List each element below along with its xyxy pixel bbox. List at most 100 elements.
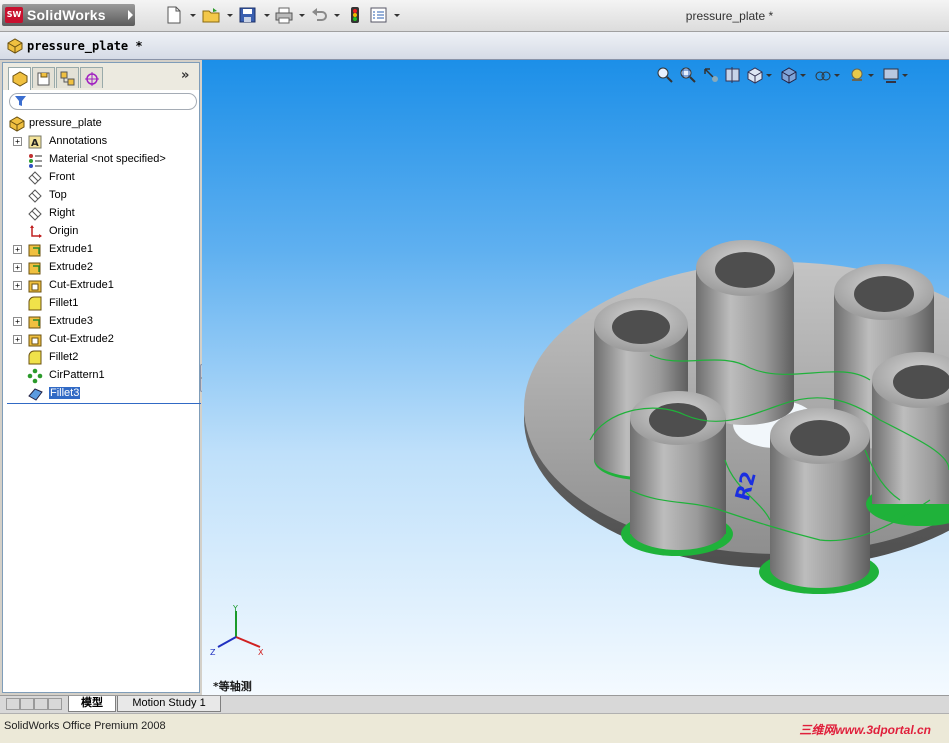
display-style-dropdown-icon[interactable] [800,74,806,77]
tree-item-cut-extrude2[interactable]: + Cut-Extrude2 [3,331,199,349]
rollback-bar[interactable] [7,403,201,404]
tab-motion-study[interactable]: Motion Study 1 [117,696,221,712]
fillet-icon [28,350,42,365]
display-style-icon[interactable] [780,66,798,84]
title-bar: SW SolidWorks pressure_plate * [0,0,949,32]
zoom-to-area-icon[interactable] [679,66,697,84]
bottom-tab-bar: 模型 Motion Study 1 [0,695,949,713]
scene-dropdown-icon[interactable] [902,74,908,77]
hide-show-items-icon[interactable] [814,66,832,84]
tree-item-label: Extrude1 [49,243,94,255]
view-orientation-label: *等轴测 [213,680,252,693]
tree-root-part[interactable]: pressure_plate [3,115,199,133]
view-orientation-icon[interactable] [746,66,764,84]
plane-icon [28,207,42,221]
feature-manager-panel: » pressure_plate + A Annotations Material <… [2,62,201,693]
plane-icon [28,189,42,203]
tab-property-manager[interactable] [32,67,55,88]
tab-feature-manager[interactable] [8,67,31,90]
tree-item-annotations[interactable]: + A Annotations [3,133,199,151]
expand-toggle-icon[interactable]: + [13,263,22,272]
status-text: SolidWorks Office Premium 2008 [4,720,166,732]
tree-item-label: Top [49,189,67,201]
appearance-dropdown-icon[interactable] [868,74,874,77]
heads-up-toolbar [654,66,944,86]
tree-item-fillet1[interactable]: Fillet1 [3,295,199,313]
tree-item-top[interactable]: Top [3,187,199,205]
part-icon [9,116,25,132]
document-name: pressure_plate * [27,39,143,53]
triad-x-label: X [258,648,264,657]
cut-extrude-icon [28,280,42,293]
last-tab-button[interactable] [48,698,62,710]
cut-extrude-icon [28,334,42,347]
boss-front-left [621,391,733,556]
window-title: pressure_plate * [685,9,774,23]
tree-item-cut-extrude1[interactable]: + Cut-Extrude1 [3,277,199,295]
tree-item-fillet2[interactable]: Fillet2 [3,349,199,367]
tree-item-extrude1[interactable]: + Extrude1 [3,241,199,259]
tree-item-origin[interactable]: Origin [3,223,199,241]
expand-toggle-icon[interactable]: + [13,281,22,290]
tree-item-front[interactable]: Front [3,169,199,187]
tree-item-fillet3[interactable]: Fillet3 [3,385,199,403]
plane-icon [28,171,42,185]
pressure-plate-model[interactable] [520,200,949,600]
extrude-icon [28,244,41,257]
apply-scene-icon[interactable] [882,66,900,84]
dim-xpert-icon [85,72,99,86]
expand-toggle-icon[interactable]: + [13,137,22,146]
svg-text:A: A [31,138,39,149]
fillet-icon [28,388,43,401]
next-tab-button[interactable] [34,698,48,710]
tree-item-label: Front [49,171,75,183]
edit-appearance-icon[interactable] [848,66,866,84]
tree-item-label: Material <not specified> [49,153,166,165]
tree-item-extrude2[interactable]: + Extrude2 [3,259,199,277]
tree-filter-input[interactable] [9,93,197,110]
origin-icon [30,225,42,238]
feature-manager-icon [12,71,28,87]
tree-item-label: Annotations [49,135,108,147]
extrude-icon [28,262,41,275]
tree-item-label: Origin [49,225,79,237]
fillet-icon [28,296,42,311]
watermark: 三维网www.3dportal.cn [799,723,931,737]
previous-tab-button[interactable] [20,698,34,710]
filter-funnel-icon [15,96,26,106]
tree-item-label: pressure_plate [29,117,102,129]
tree-item-label: CirPattern1 [49,369,105,381]
tab-dim-xpert-manager[interactable] [80,67,103,88]
tree-item-label: Right [49,207,75,219]
circular-pattern-icon [27,368,43,384]
hide-show-dropdown-icon[interactable] [834,74,840,77]
tree-item-material-not-specified[interactable]: Material <not specified> [3,151,199,169]
graphics-area[interactable]: R2 Y Z X *等轴测 [202,60,949,695]
status-bar: SolidWorks Office Premium 2008 三维网www.3d… [0,713,949,743]
property-manager-icon [37,72,50,86]
zoom-to-fit-icon[interactable] [656,66,674,84]
tree-item-label: Extrude2 [49,261,94,273]
annotations-icon: A [28,135,42,149]
previous-view-icon[interactable] [702,66,720,84]
tree-item-cirpattern1[interactable]: CirPattern1 [3,367,199,385]
manager-tabs: » [3,63,199,90]
tab-model[interactable]: 模型 [68,696,116,712]
triad-y-label: Y [232,605,238,613]
tree-item-extrude3[interactable]: + Extrude3 [3,313,199,331]
tree-item-label: Fillet3 [47,386,82,400]
boss-back-center [696,240,794,425]
first-tab-button[interactable] [6,698,20,710]
section-view-icon[interactable] [724,66,742,84]
tree-item-label: Cut-Extrude1 [49,279,114,291]
document-header: pressure_plate * [0,32,949,60]
expand-toggle-icon[interactable]: + [13,317,22,326]
tree-item-right[interactable]: Right [3,205,199,223]
expand-toggle-icon[interactable]: + [13,245,22,254]
view-orientation-dropdown-icon[interactable] [766,74,772,77]
expand-tabs-icon[interactable]: » [181,68,189,83]
tab-configuration-manager[interactable] [56,67,79,88]
expand-toggle-icon[interactable]: + [13,335,22,344]
configuration-manager-icon [60,71,75,86]
triad-z-label: Z [210,648,216,657]
